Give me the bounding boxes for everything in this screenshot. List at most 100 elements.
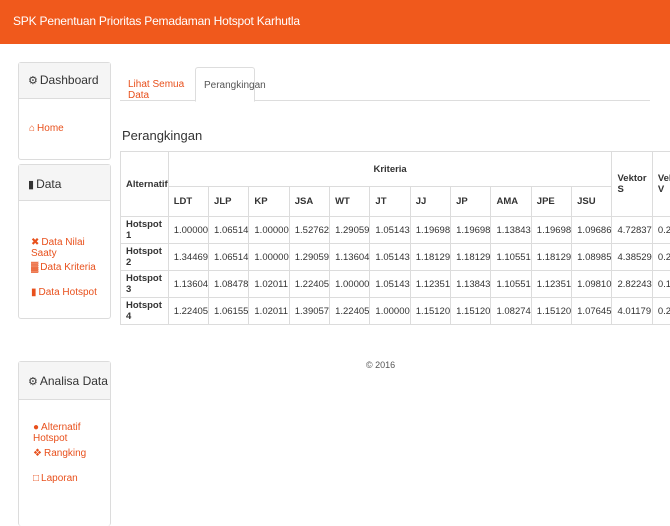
document-icon: □: [33, 473, 40, 484]
file-icon: ▮: [31, 287, 37, 298]
footer-copyright: © 2016: [366, 360, 396, 370]
cell-value: 1.19698: [530, 216, 573, 244]
tab-lihat-semua-data[interactable]: Lihat Semua Data: [120, 67, 194, 101]
sidebar-item-data-kriteria[interactable]: ▓ Data Kriteria: [31, 262, 96, 273]
sidebar-item-alternatif-hotspot[interactable]: ● Alternatif Hotspot: [33, 422, 110, 444]
gears-icon: ⚙: [28, 376, 38, 388]
cell-vektor-v: 0.17698: [651, 270, 670, 298]
tab-perangkingan[interactable]: Perangkingan: [195, 67, 266, 102]
header-criterion: JJ: [409, 186, 452, 217]
cell-value: 1.08985: [571, 243, 613, 271]
sidebar-panel-data: ▮ Data ✖ Data Nilai Saaty ▓ Data Kriteria ▮…: [18, 164, 111, 319]
cell-value: 1.22405: [329, 297, 371, 325]
cell-value: 1.00000: [167, 216, 210, 244]
table-row: Hotspot 3 1.13604 1.08478 1.02011 1.22405 1.0…: [120, 270, 670, 298]
cell-value: 1.08274: [490, 297, 532, 325]
cell-alternatif: Hotspot 3: [120, 270, 169, 298]
header-kriteria: Kriteria: [167, 151, 613, 187]
section-title: Perangkingan: [122, 128, 203, 143]
sidebar-item-laporan[interactable]: □ Laporan: [33, 473, 78, 484]
header-criterion: LDT: [167, 186, 210, 217]
cell-value: 1.34469: [167, 243, 210, 271]
cell-value: 1.12351: [530, 270, 573, 298]
cell-value: 1.13604: [329, 243, 371, 271]
cell-vektor-s: 4.72837: [611, 216, 653, 244]
cell-value: 1.15120: [409, 297, 452, 325]
cell-value: 1.00000: [329, 270, 371, 298]
cell-value: 1.18129: [450, 243, 492, 271]
header-criterion: JPE: [530, 186, 573, 217]
cell-value: 1.12351: [409, 270, 452, 298]
cell-value: 1.29059: [329, 216, 371, 244]
header-criterion: JT: [369, 186, 411, 217]
panel-heading: ⚙ Dashboard: [19, 63, 110, 99]
header-criterion: JSU: [571, 186, 613, 217]
cell-value: 1.13843: [450, 270, 492, 298]
cell-alternatif: Hotspot 2: [120, 243, 169, 271]
header-vektor-v: Vektor V: [651, 151, 670, 217]
cell-vektor-s: 2.82243: [611, 270, 653, 298]
cell-value: 1.18129: [409, 243, 452, 271]
cell-value: 1.15120: [530, 297, 573, 325]
cell-value: 1.13604: [167, 270, 210, 298]
cell-vektor-s: 4.01179: [611, 297, 653, 325]
header-criterion: JSA: [288, 186, 331, 217]
cell-value: 1.29059: [288, 243, 331, 271]
cell-value: 1.10551: [490, 270, 532, 298]
bank-icon: ▓: [31, 262, 39, 273]
cell-alternatif: Hotspot 1: [120, 216, 169, 244]
sidebar-panel-dashboard: ⚙ Dashboard ⌂ Home: [18, 62, 111, 160]
panel-heading: ▮ Data: [19, 165, 110, 201]
table-row: Hotspot 2 1.34469 1.06514 1.00000 1.29059 1.1…: [120, 243, 670, 271]
cell-value: 1.08478: [208, 270, 250, 298]
header-criterion: JLP: [208, 186, 250, 217]
table-row: Hotspot 4 1.22405 1.06155 1.02011 1.39057 1.2…: [120, 297, 670, 325]
bolt-icon: ❖: [33, 448, 42, 459]
scale-icon: ✖: [31, 237, 40, 248]
header-vektor-s: Vektor S: [611, 151, 653, 217]
cell-value: 1.02011: [248, 270, 290, 298]
cell-value: 1.02011: [248, 297, 290, 325]
sidebar-item-data-hotspot[interactable]: ▮ Data Hotspot: [31, 287, 97, 298]
cell-value: 1.05143: [369, 243, 411, 271]
navbar: SPK Penentuan Prioritas Pemadaman Hotspo…: [0, 0, 670, 44]
header-alternatif: Alternatif: [120, 151, 169, 217]
home-icon: ⌂: [29, 123, 36, 134]
cell-value: 1.19698: [450, 216, 492, 244]
sidebar-panel-analisa: ⚙ Analisa Data ● Alternatif Hotspot ❖ Rangk…: [18, 361, 111, 526]
cell-value: 1.06155: [208, 297, 250, 325]
cell-alternatif: Hotspot 4: [120, 297, 169, 325]
cell-value: 1.00000: [248, 216, 290, 244]
cell-value: 1.00000: [369, 297, 411, 325]
cell-value: 1.39057: [288, 297, 331, 325]
cell-vektor-v: 0.29649: [651, 216, 670, 244]
cell-vektor-s: 4.38529: [611, 243, 653, 271]
app-title[interactable]: SPK Penentuan Prioritas Pemadaman Hotspo…: [13, 14, 300, 28]
dashboard-icon: ⚙: [28, 75, 38, 87]
ranking-table: Alternatif Kriteria Vektor S Vektor V LD…: [120, 151, 670, 325]
sidebar-item-rangking[interactable]: ❖ Rangking: [33, 448, 86, 459]
sidebar-item-data-nilai-saaty[interactable]: ✖ Data Nilai Saaty: [31, 237, 110, 259]
fire-icon: ●: [33, 422, 40, 433]
cell-value: 1.00000: [248, 243, 290, 271]
cell-value: 1.15120: [450, 297, 492, 325]
panel-heading: ⚙ Analisa Data: [19, 362, 110, 400]
header-criterion: WT: [329, 186, 371, 217]
cell-value: 1.05143: [369, 270, 411, 298]
cell-value: 1.22405: [288, 270, 331, 298]
table-row: Hotspot 1 1.00000 1.06514 1.00000 1.52762 1.2…: [120, 216, 670, 244]
cell-value: 1.52762: [288, 216, 331, 244]
cell-value: 1.13843: [490, 216, 532, 244]
cell-vektor-v: 0.27498: [651, 243, 670, 271]
tab-bar: Lihat Semua Data Perangkingan: [120, 67, 650, 102]
header-criterion: JP: [450, 186, 492, 217]
sidebar-item-home[interactable]: ⌂ Home: [29, 123, 64, 134]
cell-value: 1.07645: [571, 297, 613, 325]
cell-vektor-v: 0.25156: [651, 297, 670, 325]
cell-value: 1.05143: [369, 216, 411, 244]
header-criterion: KP: [248, 186, 290, 217]
cell-value: 1.18129: [530, 243, 573, 271]
cell-value: 1.09686: [571, 216, 613, 244]
cell-value: 1.22405: [167, 297, 210, 325]
cell-value: 1.06514: [208, 216, 250, 244]
